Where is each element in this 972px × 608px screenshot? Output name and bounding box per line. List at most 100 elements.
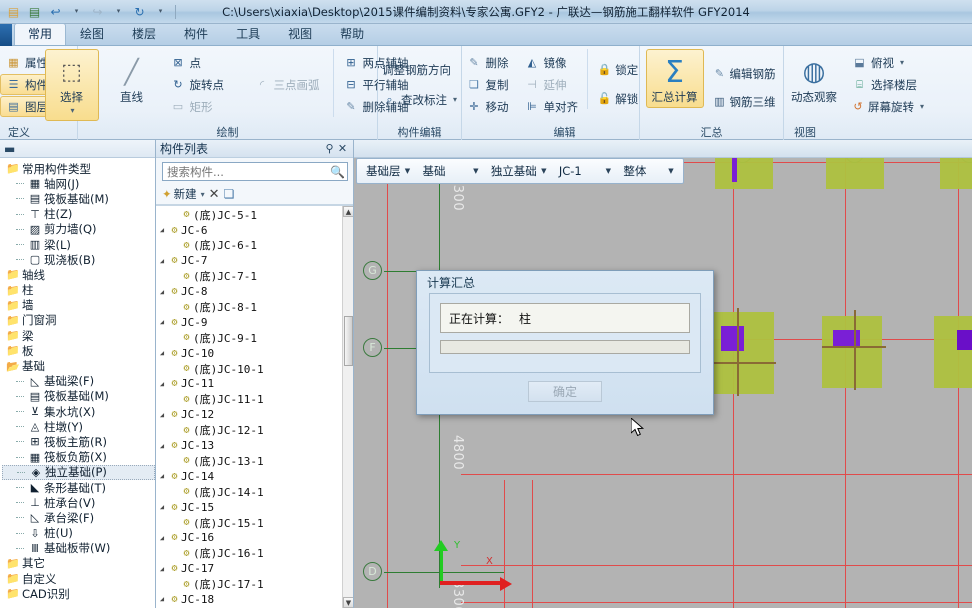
- expand-arrow-icon[interactable]: ◢: [156, 411, 168, 419]
- button-point[interactable]: ⊠ 点: [165, 52, 243, 73]
- component-item-7[interactable]: ◢ ⚙ JC-9: [156, 315, 353, 330]
- scroll-thumb[interactable]: [344, 316, 353, 366]
- component-search-box[interactable]: 🔍: [162, 162, 348, 181]
- chevron-down-icon[interactable]: ▼: [601, 167, 615, 175]
- expand-arrow-icon[interactable]: ◢: [156, 595, 168, 603]
- button-three-point-arc[interactable]: ◜ 三点画弧: [249, 74, 327, 95]
- maximize-button[interactable]: [916, 0, 944, 18]
- tree-item-21[interactable]: ◣ 条形基础(T): [2, 480, 155, 495]
- component-item-21[interactable]: ◢ ⚙ JC-16: [156, 530, 353, 545]
- expand-arrow-icon[interactable]: ◢: [156, 442, 168, 450]
- expand-arrow-icon[interactable]: ◢: [156, 349, 168, 357]
- tab-bangzhu[interactable]: 帮助: [326, 23, 378, 45]
- tree-item-0[interactable]: 📁 常用构件类型: [2, 161, 155, 176]
- close-icon[interactable]: ✕: [336, 142, 349, 155]
- component-item-13[interactable]: ◢ ⚙ JC-12: [156, 407, 353, 422]
- display-mode-selector[interactable]: 整体 ▼: [617, 162, 680, 180]
- tab-gongju[interactable]: 工具: [222, 23, 274, 45]
- component-selector[interactable]: JC-1 ▼: [553, 162, 618, 180]
- scroll-down-icon[interactable]: ▼: [343, 597, 353, 608]
- button-summary-calculate[interactable]: Σ 汇总计算: [645, 49, 704, 108]
- button-rotate-point[interactable]: ↻ 旋转点: [165, 74, 243, 95]
- component-item-12[interactable]: ⚙ (底)JC-11-1: [156, 392, 353, 407]
- tree-item-27[interactable]: 📁 自定义: [2, 571, 155, 586]
- expand-arrow-icon[interactable]: ◢: [156, 472, 168, 480]
- component-item-25[interactable]: ◢ ⚙ JC-18: [156, 592, 353, 607]
- component-item-6[interactable]: ⚙ (底)JC-8-1: [156, 299, 353, 314]
- button-select-floor[interactable]: ⌸ 选择楼层: [846, 74, 930, 95]
- expand-arrow-icon[interactable]: ◢: [156, 288, 168, 296]
- tree-item-10[interactable]: 📁 门窗洞: [2, 313, 155, 328]
- tree-item-23[interactable]: ◺ 承台梁(F): [2, 510, 155, 525]
- component-item-14[interactable]: ⚙ (底)JC-12-1: [156, 422, 353, 437]
- tree-item-18[interactable]: ⊞ 筏板主筋(R): [2, 434, 155, 449]
- close-button[interactable]: [944, 0, 972, 18]
- component-list-scrollbar[interactable]: ▲ ▼: [342, 206, 353, 608]
- search-icon[interactable]: 🔍: [330, 165, 345, 179]
- expand-arrow-icon[interactable]: ◢: [156, 318, 168, 326]
- search-input[interactable]: [167, 164, 331, 179]
- component-item-2[interactable]: ⚙ (底)JC-6-1: [156, 238, 353, 253]
- ok-button[interactable]: 确定: [528, 381, 602, 402]
- component-item-18[interactable]: ⚙ (底)JC-14-1: [156, 484, 353, 499]
- button-line-tool[interactable]: ╱ 直线: [105, 49, 159, 108]
- button-copy[interactable]: ❏ 复制: [461, 74, 517, 95]
- collapse-icon[interactable]: ▬: [4, 142, 15, 156]
- new-component-caret-icon[interactable]: ▾: [201, 190, 205, 199]
- component-item-22[interactable]: ⚙ (底)JC-16-1: [156, 546, 353, 561]
- axis-bubble-D[interactable]: D: [363, 562, 382, 581]
- tab-goujian[interactable]: 构件: [170, 23, 222, 45]
- expand-arrow-icon[interactable]: ◢: [156, 503, 168, 511]
- component-item-0[interactable]: ⚙ (底)JC-5-1: [156, 207, 353, 222]
- scroll-up-icon[interactable]: ▲: [343, 206, 353, 217]
- select-tool-caret-icon[interactable]: ▾: [70, 104, 74, 117]
- button-edit-rebar[interactable]: ✎ 编辑钢筋: [708, 63, 782, 84]
- column-element[interactable]: [957, 330, 972, 350]
- button-adjust-rebar-direction[interactable]: 调整钢筋方向: [376, 59, 463, 80]
- component-item-16[interactable]: ⚙ (底)JC-13-1: [156, 453, 353, 468]
- tree-item-13[interactable]: 📂 基础: [2, 358, 155, 373]
- tree-item-22[interactable]: ⊥ 桩承台(V): [2, 495, 155, 510]
- chevron-down-icon[interactable]: ▼: [537, 167, 551, 175]
- office-orb[interactable]: [0, 24, 12, 46]
- component-item-24[interactable]: ⚙ (底)JC-17-1: [156, 576, 353, 591]
- foundation-pad[interactable]: [934, 316, 972, 388]
- column-element[interactable]: [721, 326, 744, 351]
- tree-item-17[interactable]: ◬ 柱墩(Y): [2, 419, 155, 434]
- tree-item-2[interactable]: ▤ 筏板基础(M): [2, 191, 155, 206]
- tree-item-3[interactable]: ⊤ 柱(Z): [2, 207, 155, 222]
- tab-changyong[interactable]: 常用: [14, 23, 67, 45]
- component-item-15[interactable]: ◢ ⚙ JC-13: [156, 438, 353, 453]
- tree-item-20[interactable]: ◈ 独立基础(P): [2, 464, 155, 480]
- component-item-23[interactable]: ◢ ⚙ JC-17: [156, 561, 353, 576]
- tree-item-4[interactable]: ▨ 剪力墙(Q): [2, 222, 155, 237]
- tree-item-24[interactable]: ⇩ 桩(U): [2, 526, 155, 541]
- delete-component-button[interactable]: ✕: [209, 187, 220, 202]
- expand-arrow-icon[interactable]: ◢: [156, 380, 168, 388]
- component-item-3[interactable]: ◢ ⚙ JC-7: [156, 253, 353, 268]
- check-annotation-caret-icon[interactable]: ▾: [453, 95, 457, 104]
- tree-item-28[interactable]: 📁 CAD识别: [2, 586, 155, 601]
- button-move[interactable]: ✛ 移动: [461, 96, 517, 117]
- tree-item-16[interactable]: ⊻ 集水坑(X): [2, 404, 155, 419]
- button-delete[interactable]: ✎ 删除: [461, 52, 517, 73]
- expand-arrow-icon[interactable]: ◢: [156, 565, 168, 573]
- button-unlock[interactable]: 🔓 解锁: [592, 88, 641, 109]
- copy-component-button[interactable]: ❏: [224, 187, 235, 201]
- axis-bubble-G[interactable]: G: [363, 261, 382, 280]
- tab-huitu[interactable]: 绘图: [66, 23, 118, 45]
- tree-item-25[interactable]: Ⅲ 基础板带(W): [2, 541, 155, 556]
- component-type-selector[interactable]: 独立基础 ▼: [485, 162, 553, 180]
- tree-item-9[interactable]: 📁 墙: [2, 298, 155, 313]
- tree-item-7[interactable]: 📁 轴线: [2, 267, 155, 282]
- component-item-19[interactable]: ◢ ⚙ JC-15: [156, 499, 353, 514]
- tree-item-6[interactable]: ▢ 现浇板(B): [2, 252, 155, 267]
- button-mirror[interactable]: ◭ 镜像: [519, 52, 585, 73]
- button-top-view[interactable]: ⬓ 俯视 ▾: [846, 52, 930, 73]
- tree-item-1[interactable]: ▦ 轴网(J): [2, 176, 155, 191]
- button-check-annotation[interactable]: ⌕ 查改标注 ▾: [376, 89, 463, 110]
- axis-bubble-F[interactable]: F: [363, 338, 382, 357]
- chevron-down-icon[interactable]: ▼: [469, 167, 483, 175]
- floor-selector[interactable]: 基础层 ▼: [360, 162, 417, 180]
- tree-item-15[interactable]: ▤ 筏板基础(M): [2, 389, 155, 404]
